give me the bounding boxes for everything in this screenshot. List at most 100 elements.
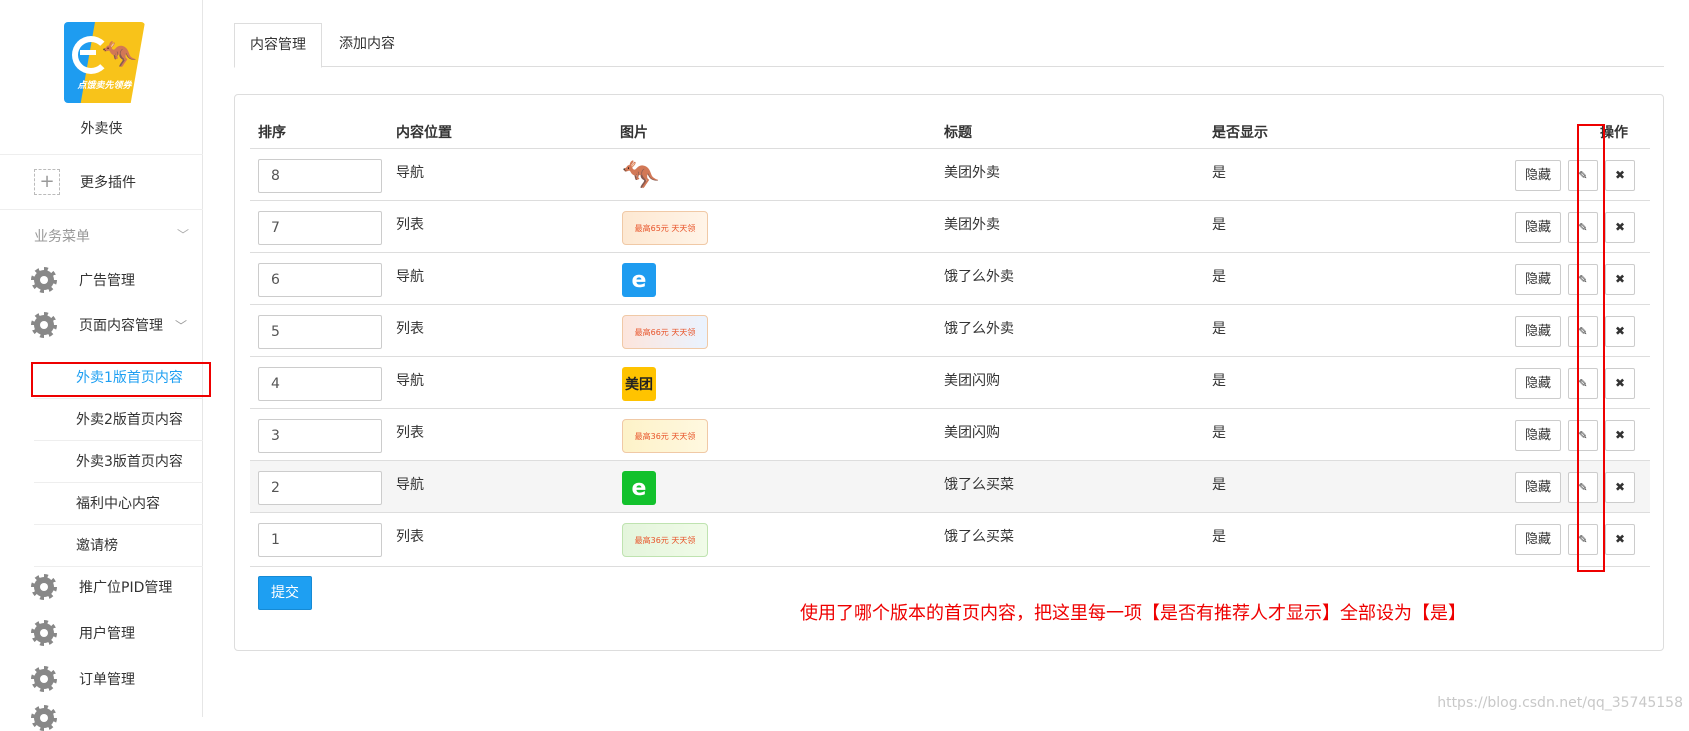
delete-icon[interactable]: ✖ bbox=[1605, 420, 1635, 451]
position-cell: 列表 bbox=[396, 217, 424, 233]
th-position: 内容位置 bbox=[396, 125, 452, 141]
visible-cell: 是 bbox=[1212, 165, 1226, 181]
title-cell: 饿了么买菜 bbox=[944, 477, 1014, 493]
table-row: 列表 最高66元 天天领 饿了么外卖 是 隐藏 ✎ ✖ bbox=[250, 304, 1650, 356]
tab-content-manage[interactable]: 内容管理 bbox=[234, 23, 322, 68]
sidebar-item-ads[interactable]: 广告管理 bbox=[31, 267, 135, 293]
title-cell: 饿了么外卖 bbox=[944, 321, 1014, 337]
watermark: https://blog.csdn.net/qq_35745158 bbox=[1437, 695, 1683, 711]
sidebar-item-page-content[interactable]: 页面内容管理 ﹀ bbox=[31, 312, 188, 338]
sidebar-item-pid[interactable]: 推广位PID管理 bbox=[31, 574, 173, 600]
tab-add-content[interactable]: 添加内容 bbox=[324, 23, 410, 66]
banner-text: 最高66元 天天领 bbox=[622, 315, 708, 349]
delete-icon[interactable]: ✖ bbox=[1605, 212, 1635, 243]
hide-button[interactable]: 隐藏 bbox=[1515, 212, 1561, 243]
meituan-logo-image: 美团 bbox=[622, 367, 656, 401]
kangaroo-icon: 🦘 bbox=[102, 38, 137, 71]
title-cell: 美团闪购 bbox=[944, 373, 1000, 389]
meituan-banner-image: 最高65元 天天领 bbox=[622, 211, 708, 245]
highlight-box-sidebar bbox=[31, 362, 211, 397]
table-row: 导航 美团 美团闪购 是 隐藏 ✎ ✖ bbox=[250, 356, 1650, 408]
position-cell: 导航 bbox=[396, 477, 424, 493]
sidebar-item-label: 推广位PID管理 bbox=[79, 580, 173, 596]
annotation-note: 使用了哪个版本的首页内容，把这里每一项【是否有推荐人才显示】全部设为【是】 bbox=[800, 603, 1466, 624]
gear-icon bbox=[31, 312, 57, 338]
hide-button[interactable]: 隐藏 bbox=[1515, 264, 1561, 295]
shangou-banner-image: 最高36元 天天领 bbox=[622, 419, 708, 453]
gear-icon bbox=[31, 574, 57, 600]
position-cell: 导航 bbox=[396, 269, 424, 285]
title-cell: 饿了么外卖 bbox=[944, 269, 1014, 285]
th-image: 图片 bbox=[620, 125, 648, 141]
visible-cell: 是 bbox=[1212, 477, 1226, 493]
table-row: 列表 最高36元 天天领 美团闪购 是 隐藏 ✎ ✖ bbox=[250, 408, 1650, 460]
order-input[interactable] bbox=[258, 159, 382, 193]
sidebar-subitem-invite-rank[interactable]: 邀请榜 bbox=[34, 525, 203, 567]
table-row: 列表 最高65元 天天领 美团外卖 是 隐藏 ✎ ✖ bbox=[250, 200, 1650, 252]
delete-icon[interactable]: ✖ bbox=[1605, 316, 1635, 347]
visible-cell: 是 bbox=[1212, 529, 1226, 545]
th-order: 排序 bbox=[258, 125, 286, 141]
sidebar-item-label: 页面内容管理 bbox=[79, 318, 163, 334]
table-bottom-divider bbox=[250, 566, 1650, 567]
hide-button[interactable]: 隐藏 bbox=[1515, 160, 1561, 191]
hide-button[interactable]: 隐藏 bbox=[1515, 368, 1561, 399]
chevron-down-icon: ﹀ bbox=[175, 318, 188, 333]
sidebar-item-more[interactable] bbox=[31, 705, 79, 731]
sidebar-subitem-home-v2[interactable]: 外卖2版首页内容 bbox=[34, 399, 203, 441]
menu-heading: 业务菜单 bbox=[34, 229, 90, 245]
gear-icon bbox=[31, 705, 57, 731]
title-cell: 美团闪购 bbox=[944, 425, 1000, 441]
visible-cell: 是 bbox=[1212, 425, 1226, 441]
position-cell: 列表 bbox=[396, 529, 424, 545]
order-input[interactable] bbox=[258, 471, 382, 505]
highlight-box-edit-column bbox=[1577, 124, 1605, 572]
tab-bar: 内容管理 添加内容 bbox=[234, 23, 1664, 68]
order-input[interactable] bbox=[258, 419, 382, 453]
table-row: 导航 e 饿了么买菜 是 隐藏 ✎ ✖ bbox=[250, 460, 1650, 512]
order-input[interactable] bbox=[258, 211, 382, 245]
table-row: 导航 🦘 美团外卖 是 隐藏 ✎ ✖ bbox=[250, 148, 1650, 200]
sidebar-item-orders[interactable]: 订单管理 bbox=[31, 666, 135, 692]
eleme-green-icon: e bbox=[622, 471, 656, 505]
logo-text: 美团 bbox=[622, 367, 656, 401]
order-input[interactable] bbox=[258, 523, 382, 557]
hide-button[interactable]: 隐藏 bbox=[1515, 524, 1561, 555]
app-name: 外卖侠 bbox=[80, 121, 123, 137]
delete-icon[interactable]: ✖ bbox=[1605, 264, 1635, 295]
submit-button[interactable]: 提交 bbox=[258, 576, 312, 610]
app-logo: 🦘 点饿卖先领券 bbox=[64, 22, 145, 103]
sidebar-item-label: 用户管理 bbox=[79, 626, 135, 642]
order-input[interactable] bbox=[258, 367, 382, 401]
more-plugins-label: 更多插件 bbox=[80, 175, 136, 191]
gear-icon bbox=[31, 620, 57, 646]
sidebar-item-users[interactable]: 用户管理 bbox=[31, 620, 135, 646]
order-input[interactable] bbox=[258, 315, 382, 349]
sidebar-subitem-home-v3[interactable]: 外卖3版首页内容 bbox=[34, 441, 203, 483]
hide-button[interactable]: 隐藏 bbox=[1515, 472, 1561, 503]
chevron-down-icon[interactable]: ﹀ bbox=[177, 226, 189, 243]
sidebar: 🦘 点饿卖先领券 外卖侠 + 更多插件 业务菜单 ﹀ 广告管理 页面内容管理 ﹀… bbox=[0, 0, 203, 731]
visible-cell: 是 bbox=[1212, 269, 1226, 285]
eleme-icon: e bbox=[622, 263, 656, 297]
delete-icon[interactable]: ✖ bbox=[1605, 160, 1635, 191]
banner-text: 最高65元 天天领 bbox=[622, 211, 708, 245]
sidebar-item-label: 广告管理 bbox=[79, 273, 135, 289]
delete-icon[interactable]: ✖ bbox=[1605, 524, 1635, 555]
th-title: 标题 bbox=[944, 125, 972, 141]
visible-cell: 是 bbox=[1212, 217, 1226, 233]
table-row: 导航 e 饿了么外卖 是 隐藏 ✎ ✖ bbox=[250, 252, 1650, 304]
order-input[interactable] bbox=[258, 263, 382, 297]
maicai-banner-image: 最高36元 天天领 bbox=[622, 523, 708, 557]
sidebar-subitem-welfare[interactable]: 福利中心内容 bbox=[34, 483, 203, 525]
more-plugins-button[interactable]: + 更多插件 bbox=[0, 154, 203, 210]
gear-icon bbox=[31, 267, 57, 293]
plus-icon: + bbox=[34, 169, 60, 195]
delete-icon[interactable]: ✖ bbox=[1605, 368, 1635, 399]
gear-icon bbox=[31, 666, 57, 692]
hide-button[interactable]: 隐藏 bbox=[1515, 420, 1561, 451]
th-visible: 是否显示 bbox=[1212, 125, 1268, 141]
hide-button[interactable]: 隐藏 bbox=[1515, 316, 1561, 347]
delete-icon[interactable]: ✖ bbox=[1605, 472, 1635, 503]
kangaroo-icon: 🦘 bbox=[622, 158, 660, 193]
